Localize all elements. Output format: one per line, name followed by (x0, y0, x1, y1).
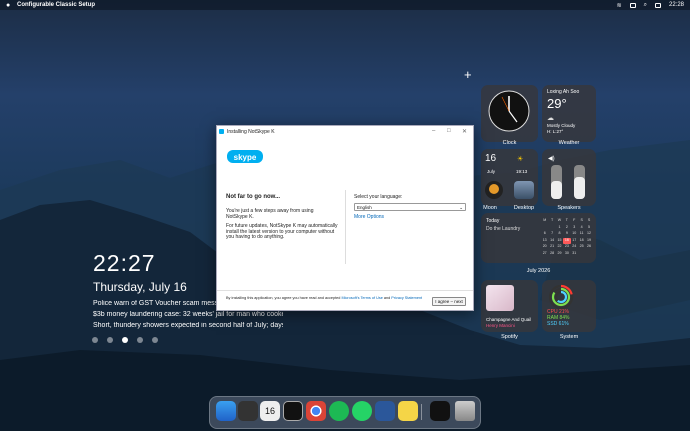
weather-location: Loxing Ah Soo (547, 89, 580, 95)
spotify-label: Spotify (501, 334, 518, 340)
news-item[interactable]: $3b money laundering case: 32 weeks' jai… (93, 311, 283, 318)
lock-time: 22:27 (93, 250, 156, 276)
volume-icon: ◀) (548, 156, 555, 162)
month-label: July 2026 (526, 268, 551, 274)
desktop-thumbnail (514, 181, 534, 199)
activity-monitor-icon[interactable] (430, 401, 450, 421)
week-row: 27 28 29 30 31 (541, 251, 593, 258)
calendar-day: 16 (485, 153, 497, 164)
launchpad-icon[interactable] (238, 401, 258, 421)
spotify-widget[interactable]: Champagne And Quail Henry Mancini (481, 280, 538, 332)
search-icon[interactable]: ⌕ (644, 2, 647, 9)
system-widget[interactable]: CPU 21% RAM 84% SSD 61% (542, 280, 596, 332)
album-art (486, 285, 514, 311)
day-cell[interactable]: 31 (571, 251, 578, 258)
page-dot[interactable] (137, 337, 143, 343)
dialog-titlebar: Installing NotSkype K – □ ✕ (217, 126, 473, 138)
notes-icon[interactable] (398, 401, 418, 421)
more-options-link[interactable]: More Options (354, 214, 384, 220)
dialog-update-note: For future updates, NotSkype K may autom… (226, 223, 338, 240)
balance-slider[interactable] (574, 165, 585, 199)
weather-widget[interactable]: Loxing Ah Soo 29° ☁ Mostly Cloudy H: L:2… (542, 85, 596, 142)
close-icon[interactable]: ✕ (462, 128, 467, 135)
dialog-title: Installing NotSkype K (227, 129, 275, 135)
chevron-down-icon: ⌄ (459, 205, 463, 210)
moon-label: Moon (483, 205, 497, 211)
weather-hilo: H: L:27° (547, 129, 564, 134)
add-widget-icon[interactable]: + (464, 68, 472, 81)
calendar-widget[interactable]: Today Do the Laundry M T W T F S S 1 2 3 4 5 6 7 8 9 10 1… (481, 213, 596, 263)
svg-text:skype: skype (234, 153, 257, 162)
moon-icon (485, 181, 503, 199)
news-item[interactable]: Short, thundery showers expected in seco… (93, 322, 283, 329)
page-dot[interactable] (92, 337, 98, 343)
footer-divider (217, 290, 473, 291)
trash-icon[interactable] (455, 401, 475, 421)
day-cell[interactable]: 29 (556, 251, 563, 258)
finder-icon[interactable] (216, 401, 236, 421)
page-dot[interactable] (152, 337, 158, 343)
page-dot[interactable] (107, 337, 113, 343)
spotify-icon[interactable] (329, 401, 349, 421)
widget-time: 19:13 (516, 169, 528, 174)
control-center-icon[interactable] (654, 2, 661, 8)
dialog-intro: You're just a few steps away from using … (226, 208, 314, 220)
desktop-label: Desktop (513, 205, 535, 211)
day-cell[interactable] (578, 251, 585, 258)
footer-text: By installing this application, you agre… (226, 296, 423, 300)
weather-label: Weather (558, 140, 580, 146)
maximize-icon[interactable]: □ (447, 128, 451, 134)
todo-heading: Today (486, 218, 500, 224)
terms-link[interactable]: Microsoft's Terms of Use (341, 296, 382, 300)
dock-separator (421, 404, 422, 420)
day-cell[interactable]: 28 (548, 251, 555, 258)
page-dots (92, 337, 158, 343)
activity-rings-icon (548, 284, 574, 310)
clock-icon[interactable] (283, 401, 303, 421)
calendar-icon[interactable]: 16 (260, 401, 280, 421)
menubar-clock[interactable]: 22:28 (669, 2, 684, 8)
day-cell[interactable]: 27 (541, 251, 548, 258)
sunset-icon: ☀ (517, 156, 524, 163)
dialog-heading: Not far to go now... (226, 194, 281, 200)
day-cell[interactable] (585, 251, 592, 258)
battery-icon[interactable] (629, 2, 636, 8)
spotify-artist: Henry Mancini (486, 323, 515, 328)
menu-bar: ● Configurable Classic Setup ≋ ⌕ 22:28 (0, 0, 690, 10)
weather-temp: 29° (547, 96, 567, 111)
divider (345, 190, 346, 264)
weather-condition: Mostly Cloudy (547, 123, 576, 128)
privacy-link[interactable]: Privacy Statement (391, 296, 422, 300)
language-label: Select your language: (354, 194, 403, 200)
speakers-label: Speakers (557, 205, 581, 211)
agree-next-button[interactable]: I agree – next (432, 297, 466, 306)
whatsapp-icon[interactable] (352, 401, 372, 421)
spotify-track: Champagne And Quail (486, 317, 532, 322)
word-icon[interactable] (375, 401, 395, 421)
todo-item[interactable]: Do the Laundry (486, 226, 520, 232)
system-label: System (559, 334, 579, 340)
minimize-icon[interactable]: – (432, 128, 435, 134)
page-dot-active[interactable] (122, 337, 128, 343)
speakers-widget[interactable]: ◀) (542, 149, 596, 206)
calendar-month: July (487, 169, 496, 174)
app-name-menu[interactable]: Configurable Classic Setup (17, 2, 95, 8)
lock-date: Thursday, July 16 (93, 280, 187, 294)
day-cell[interactable]: 9 (563, 231, 570, 238)
multi-widget[interactable]: 16 July ☀ 19:13 (481, 149, 538, 206)
volume-slider[interactable] (551, 165, 562, 199)
app-icon (219, 129, 224, 134)
day-cell[interactable]: 30 (563, 251, 570, 258)
ssd-stat: SSD 61% (547, 321, 569, 327)
cloud-icon: ☁ (547, 115, 554, 122)
month-grid: M T W T F S S 1 2 3 4 5 6 7 8 9 10 11 12 13 14 15 16 17 18 19 20 21… (541, 218, 593, 257)
language-select[interactable]: English ⌄ (354, 203, 466, 211)
analog-clock-icon (488, 90, 530, 132)
clock-widget[interactable] (481, 85, 538, 142)
skype-logo: skype (227, 150, 263, 163)
chrome-icon[interactable] (306, 401, 326, 421)
apple-icon[interactable]: ● (6, 2, 13, 9)
wifi-icon[interactable]: ≋ (617, 2, 622, 9)
clock-label: Clock (502, 140, 517, 146)
